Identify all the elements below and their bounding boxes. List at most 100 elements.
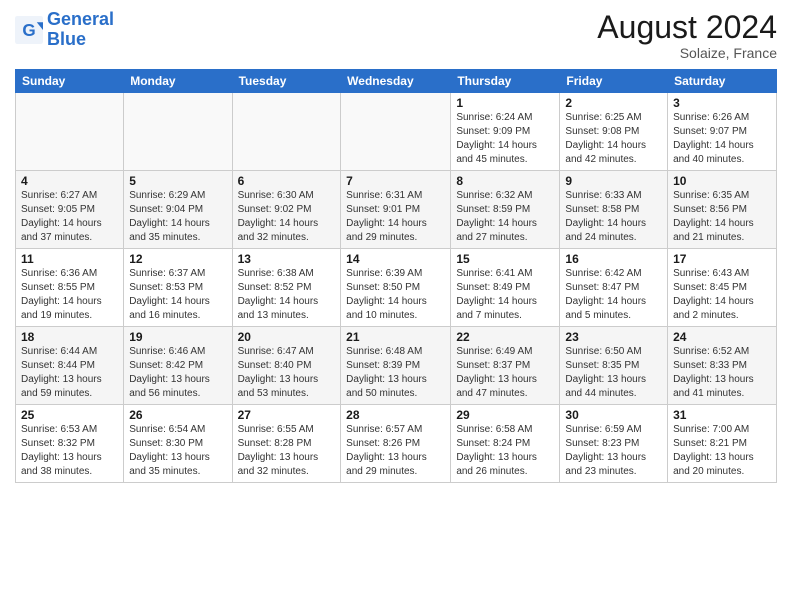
table-row: 14Sunrise: 6:39 AM Sunset: 8:50 PM Dayli… — [341, 249, 451, 327]
day-info: Sunrise: 7:00 AM Sunset: 8:21 PM Dayligh… — [673, 423, 771, 479]
table-row: 27Sunrise: 6:55 AM Sunset: 8:28 PM Dayli… — [232, 405, 341, 483]
header-wednesday: Wednesday — [341, 70, 451, 93]
day-info: Sunrise: 6:25 AM Sunset: 9:08 PM Dayligh… — [565, 111, 662, 167]
day-info: Sunrise: 6:47 AM Sunset: 8:40 PM Dayligh… — [238, 345, 336, 401]
header-saturday: Saturday — [668, 70, 777, 93]
day-info: Sunrise: 6:29 AM Sunset: 9:04 PM Dayligh… — [129, 189, 226, 245]
day-info: Sunrise: 6:53 AM Sunset: 8:32 PM Dayligh… — [21, 423, 118, 479]
table-row: 29Sunrise: 6:58 AM Sunset: 8:24 PM Dayli… — [451, 405, 560, 483]
calendar-week-row: 4Sunrise: 6:27 AM Sunset: 9:05 PM Daylig… — [16, 171, 777, 249]
table-row: 24Sunrise: 6:52 AM Sunset: 8:33 PM Dayli… — [668, 327, 777, 405]
table-row — [232, 93, 341, 171]
day-info: Sunrise: 6:48 AM Sunset: 8:39 PM Dayligh… — [346, 345, 445, 401]
day-info: Sunrise: 6:37 AM Sunset: 8:53 PM Dayligh… — [129, 267, 226, 323]
day-info: Sunrise: 6:39 AM Sunset: 8:50 PM Dayligh… — [346, 267, 445, 323]
day-info: Sunrise: 6:52 AM Sunset: 8:33 PM Dayligh… — [673, 345, 771, 401]
day-number: 1 — [456, 96, 554, 110]
table-row — [341, 93, 451, 171]
table-row: 3Sunrise: 6:26 AM Sunset: 9:07 PM Daylig… — [668, 93, 777, 171]
title-block: August 2024 Solaize, France — [597, 10, 777, 61]
day-info: Sunrise: 6:55 AM Sunset: 8:28 PM Dayligh… — [238, 423, 336, 479]
subtitle: Solaize, France — [597, 45, 777, 61]
table-row: 13Sunrise: 6:38 AM Sunset: 8:52 PM Dayli… — [232, 249, 341, 327]
day-number: 15 — [456, 252, 554, 266]
day-number: 20 — [238, 330, 336, 344]
calendar: Sunday Monday Tuesday Wednesday Thursday… — [15, 69, 777, 483]
calendar-week-row: 25Sunrise: 6:53 AM Sunset: 8:32 PM Dayli… — [16, 405, 777, 483]
day-number: 6 — [238, 174, 336, 188]
day-number: 11 — [21, 252, 118, 266]
table-row: 11Sunrise: 6:36 AM Sunset: 8:55 PM Dayli… — [16, 249, 124, 327]
table-row: 8Sunrise: 6:32 AM Sunset: 8:59 PM Daylig… — [451, 171, 560, 249]
day-number: 8 — [456, 174, 554, 188]
day-number: 12 — [129, 252, 226, 266]
day-info: Sunrise: 6:44 AM Sunset: 8:44 PM Dayligh… — [21, 345, 118, 401]
day-info: Sunrise: 6:58 AM Sunset: 8:24 PM Dayligh… — [456, 423, 554, 479]
table-row: 6Sunrise: 6:30 AM Sunset: 9:02 PM Daylig… — [232, 171, 341, 249]
day-number: 16 — [565, 252, 662, 266]
day-info: Sunrise: 6:42 AM Sunset: 8:47 PM Dayligh… — [565, 267, 662, 323]
header-friday: Friday — [560, 70, 668, 93]
table-row: 25Sunrise: 6:53 AM Sunset: 8:32 PM Dayli… — [16, 405, 124, 483]
day-number: 24 — [673, 330, 771, 344]
day-number: 31 — [673, 408, 771, 422]
day-info: Sunrise: 6:57 AM Sunset: 8:26 PM Dayligh… — [346, 423, 445, 479]
table-row: 10Sunrise: 6:35 AM Sunset: 8:56 PM Dayli… — [668, 171, 777, 249]
day-info: Sunrise: 6:32 AM Sunset: 8:59 PM Dayligh… — [456, 189, 554, 245]
table-row — [124, 93, 232, 171]
day-number: 9 — [565, 174, 662, 188]
header-sunday: Sunday — [16, 70, 124, 93]
day-number: 2 — [565, 96, 662, 110]
table-row: 23Sunrise: 6:50 AM Sunset: 8:35 PM Dayli… — [560, 327, 668, 405]
day-info: Sunrise: 6:30 AM Sunset: 9:02 PM Dayligh… — [238, 189, 336, 245]
table-row: 16Sunrise: 6:42 AM Sunset: 8:47 PM Dayli… — [560, 249, 668, 327]
day-number: 19 — [129, 330, 226, 344]
day-number: 23 — [565, 330, 662, 344]
svg-text:G: G — [22, 21, 35, 40]
day-number: 3 — [673, 96, 771, 110]
table-row: 22Sunrise: 6:49 AM Sunset: 8:37 PM Dayli… — [451, 327, 560, 405]
day-info: Sunrise: 6:26 AM Sunset: 9:07 PM Dayligh… — [673, 111, 771, 167]
calendar-week-row: 1Sunrise: 6:24 AM Sunset: 9:09 PM Daylig… — [16, 93, 777, 171]
day-info: Sunrise: 6:54 AM Sunset: 8:30 PM Dayligh… — [129, 423, 226, 479]
table-row: 19Sunrise: 6:46 AM Sunset: 8:42 PM Dayli… — [124, 327, 232, 405]
table-row: 7Sunrise: 6:31 AM Sunset: 9:01 PM Daylig… — [341, 171, 451, 249]
day-number: 28 — [346, 408, 445, 422]
header-monday: Monday — [124, 70, 232, 93]
table-row: 21Sunrise: 6:48 AM Sunset: 8:39 PM Dayli… — [341, 327, 451, 405]
day-info: Sunrise: 6:41 AM Sunset: 8:49 PM Dayligh… — [456, 267, 554, 323]
day-number: 14 — [346, 252, 445, 266]
day-number: 18 — [21, 330, 118, 344]
header: G General Blue August 2024 Solaize, Fran… — [15, 10, 777, 61]
day-info: Sunrise: 6:38 AM Sunset: 8:52 PM Dayligh… — [238, 267, 336, 323]
table-row: 9Sunrise: 6:33 AM Sunset: 8:58 PM Daylig… — [560, 171, 668, 249]
table-row: 30Sunrise: 6:59 AM Sunset: 8:23 PM Dayli… — [560, 405, 668, 483]
day-info: Sunrise: 6:49 AM Sunset: 8:37 PM Dayligh… — [456, 345, 554, 401]
table-row: 15Sunrise: 6:41 AM Sunset: 8:49 PM Dayli… — [451, 249, 560, 327]
table-row: 31Sunrise: 7:00 AM Sunset: 8:21 PM Dayli… — [668, 405, 777, 483]
day-info: Sunrise: 6:46 AM Sunset: 8:42 PM Dayligh… — [129, 345, 226, 401]
day-number: 5 — [129, 174, 226, 188]
table-row: 5Sunrise: 6:29 AM Sunset: 9:04 PM Daylig… — [124, 171, 232, 249]
day-info: Sunrise: 6:24 AM Sunset: 9:09 PM Dayligh… — [456, 111, 554, 167]
day-info: Sunrise: 6:59 AM Sunset: 8:23 PM Dayligh… — [565, 423, 662, 479]
day-info: Sunrise: 6:27 AM Sunset: 9:05 PM Dayligh… — [21, 189, 118, 245]
table-row: 28Sunrise: 6:57 AM Sunset: 8:26 PM Dayli… — [341, 405, 451, 483]
logo: G General Blue — [15, 10, 114, 50]
table-row: 1Sunrise: 6:24 AM Sunset: 9:09 PM Daylig… — [451, 93, 560, 171]
day-info: Sunrise: 6:33 AM Sunset: 8:58 PM Dayligh… — [565, 189, 662, 245]
day-info: Sunrise: 6:31 AM Sunset: 9:01 PM Dayligh… — [346, 189, 445, 245]
day-number: 25 — [21, 408, 118, 422]
calendar-header-row: Sunday Monday Tuesday Wednesday Thursday… — [16, 70, 777, 93]
day-info: Sunrise: 6:36 AM Sunset: 8:55 PM Dayligh… — [21, 267, 118, 323]
table-row — [16, 93, 124, 171]
logo-icon: G — [15, 16, 43, 44]
day-number: 7 — [346, 174, 445, 188]
day-number: 29 — [456, 408, 554, 422]
day-number: 22 — [456, 330, 554, 344]
day-number: 27 — [238, 408, 336, 422]
table-row: 17Sunrise: 6:43 AM Sunset: 8:45 PM Dayli… — [668, 249, 777, 327]
day-number: 26 — [129, 408, 226, 422]
table-row: 12Sunrise: 6:37 AM Sunset: 8:53 PM Dayli… — [124, 249, 232, 327]
day-number: 30 — [565, 408, 662, 422]
